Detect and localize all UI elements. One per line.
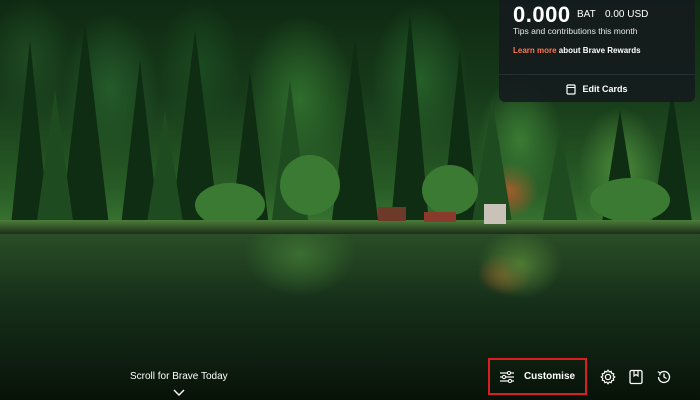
cabin (424, 212, 456, 222)
rewards-subtitle: Tips and contributions this month (513, 26, 638, 36)
customise-button[interactable]: Customise (488, 358, 587, 395)
edit-cards-button[interactable]: Edit Cards (499, 74, 695, 103)
lake-reflection (0, 234, 700, 400)
chevron-down-icon[interactable] (173, 389, 185, 397)
learn-more-link[interactable]: Learn more (513, 46, 557, 55)
cabin (484, 204, 506, 224)
bookmarks-icon[interactable] (627, 368, 645, 386)
cards-icon (566, 83, 577, 95)
learn-more-suffix: about Brave Rewards (556, 46, 641, 55)
edit-cards-label: Edit Cards (582, 84, 628, 94)
cabin (378, 207, 406, 221)
brave-rewards-card: 0.000 BAT 0.00 USD Tips and contribution… (499, 0, 695, 102)
history-icon[interactable] (655, 368, 673, 386)
lake-shore (0, 220, 700, 234)
rewards-learn-more: Learn more about Brave Rewards (513, 46, 641, 55)
rewards-amount: 0.000 (513, 2, 571, 27)
rewards-unit: BAT (577, 9, 596, 20)
sliders-icon (499, 370, 514, 383)
rewards-usd-value: 0.00 USD (605, 9, 649, 20)
scroll-brave-today[interactable]: Scroll for Brave Today (130, 371, 228, 382)
customise-label: Customise (523, 371, 576, 382)
settings-icon[interactable] (599, 368, 617, 386)
